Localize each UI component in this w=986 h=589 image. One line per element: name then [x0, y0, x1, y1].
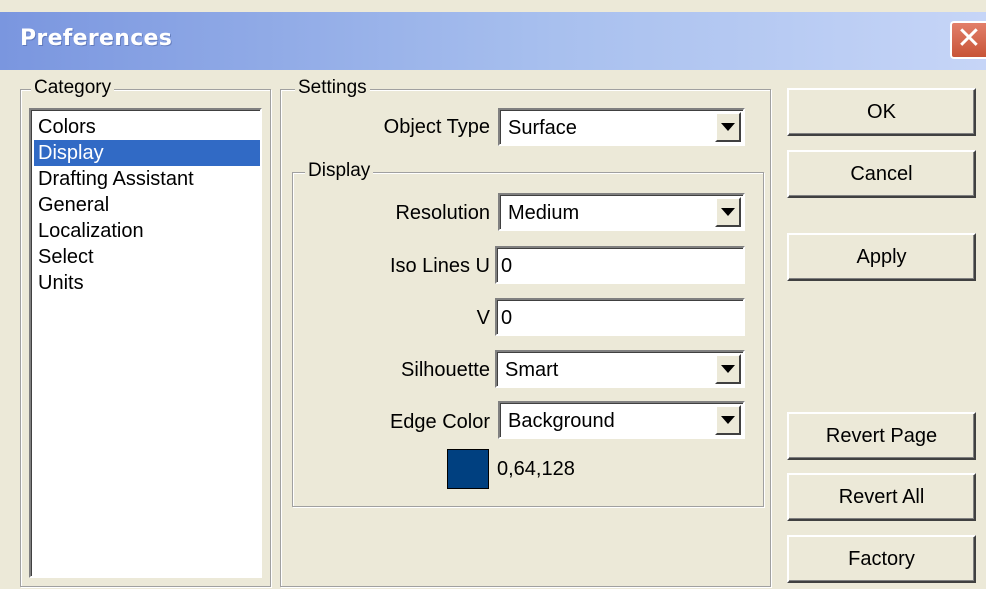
- display-group-label: Display: [305, 159, 374, 183]
- v-label: V: [476, 307, 490, 329]
- chevron-down-icon: [721, 123, 735, 131]
- edge-color-value: Background: [508, 410, 615, 432]
- close-button[interactable]: ✕: [950, 21, 986, 59]
- object-type-value: Surface: [508, 117, 577, 139]
- edge-color-rgb-text: 0,64,128: [497, 458, 575, 480]
- category-item-general[interactable]: General: [34, 192, 260, 218]
- category-item-colors[interactable]: Colors: [34, 114, 260, 140]
- category-list[interactable]: Colors Display Drafting Assistant Genera…: [29, 108, 262, 578]
- category-item-localization[interactable]: Localization: [34, 218, 260, 244]
- v-value: 0: [501, 307, 513, 329]
- silhouette-select[interactable]: Smart: [495, 350, 745, 388]
- silhouette-label: Silhouette: [401, 359, 490, 381]
- ok-button[interactable]: OK: [787, 88, 976, 136]
- apply-button[interactable]: Apply: [787, 233, 976, 281]
- iso-lines-u-field[interactable]: 0: [495, 246, 745, 284]
- iso-lines-u-value: 0: [501, 255, 513, 277]
- edge-color-select[interactable]: Background: [498, 401, 745, 439]
- window-frame-left: [0, 70, 10, 589]
- edge-color-swatch[interactable]: [447, 449, 489, 489]
- category-item-select[interactable]: Select: [34, 244, 260, 270]
- category-item-display[interactable]: Display: [34, 140, 260, 166]
- category-item-drafting-assistant[interactable]: Drafting Assistant: [34, 166, 260, 192]
- revert-page-button[interactable]: Revert Page: [787, 412, 976, 460]
- object-type-select[interactable]: Surface: [498, 108, 745, 146]
- close-icon: ✕: [956, 21, 982, 56]
- category-group-label: Category: [31, 76, 115, 100]
- v-field[interactable]: 0: [495, 298, 745, 336]
- iso-lines-u-label: Iso Lines U: [389, 255, 490, 277]
- object-type-label: Object Type: [383, 116, 490, 138]
- edge-color-label: Edge Color: [389, 411, 490, 433]
- chevron-down-icon: [721, 365, 735, 373]
- window-frame-right: [976, 70, 986, 589]
- resolution-dropdown-button[interactable]: [715, 197, 741, 227]
- chevron-down-icon: [721, 208, 735, 216]
- settings-group-label: Settings: [295, 76, 370, 100]
- factory-button[interactable]: Factory: [787, 535, 976, 583]
- category-item-units[interactable]: Units: [34, 270, 260, 296]
- resolution-label: Resolution: [395, 202, 490, 224]
- silhouette-dropdown-button[interactable]: [715, 354, 741, 384]
- revert-all-button[interactable]: Revert All: [787, 473, 976, 521]
- silhouette-value: Smart: [505, 359, 559, 381]
- resolution-select[interactable]: Medium: [498, 193, 745, 231]
- cancel-button[interactable]: Cancel: [787, 150, 976, 198]
- preferences-dialog: Preferences ✕ Category Colors Display Dr…: [0, 0, 986, 589]
- edge-color-dropdown-button[interactable]: [715, 405, 741, 435]
- chevron-down-icon: [721, 416, 735, 424]
- resolution-value: Medium: [508, 202, 580, 224]
- object-type-dropdown-button[interactable]: [715, 112, 741, 142]
- title-bar[interactable]: Preferences ✕: [0, 12, 986, 70]
- window-title: Preferences: [20, 26, 173, 51]
